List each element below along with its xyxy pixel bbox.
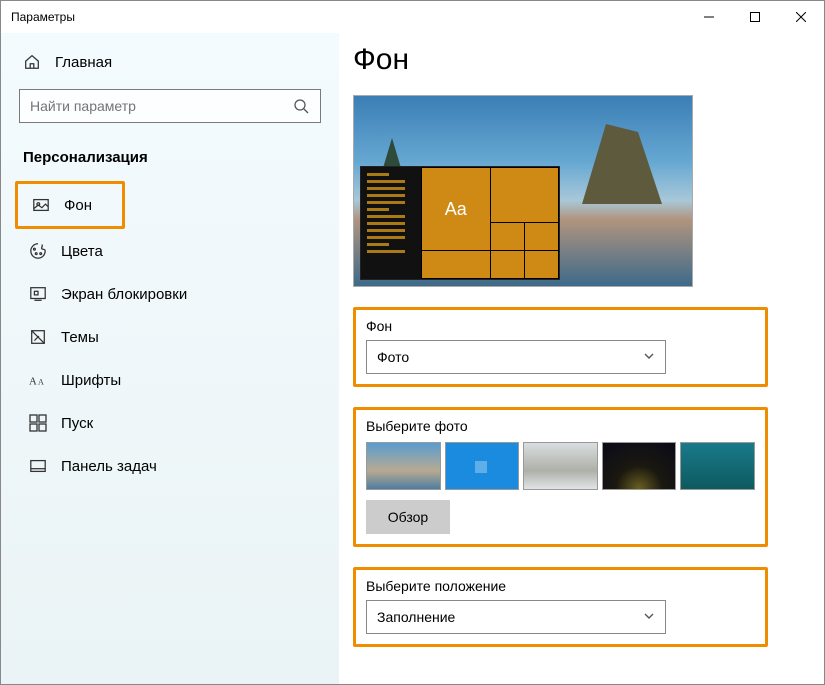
sidebar-item-colors[interactable]: Цвета (15, 230, 325, 272)
position-dropdown[interactable]: Заполнение (366, 600, 666, 634)
background-type-label: Фон (366, 318, 755, 334)
background-type-dropdown[interactable]: Фото (366, 340, 666, 374)
dropdown-value: Фото (377, 349, 409, 365)
photo-thumb-3[interactable] (523, 442, 598, 490)
sidebar-item-label: Панель задач (61, 458, 157, 475)
preview-aa-tile: Aa (422, 168, 490, 250)
window-title: Параметры (11, 10, 686, 24)
start-icon (29, 414, 47, 432)
minimize-button[interactable] (686, 1, 732, 33)
photo-thumb-1[interactable] (366, 442, 441, 490)
maximize-button[interactable] (732, 1, 778, 33)
window-controls (686, 1, 824, 33)
lockscreen-icon (29, 285, 47, 303)
background-type-section: Фон Фото (353, 307, 768, 387)
close-button[interactable] (778, 1, 824, 33)
sidebar-item-label: Темы (61, 329, 99, 346)
photo-thumb-5[interactable] (680, 442, 755, 490)
choose-photo-label: Выберите фото (366, 418, 755, 434)
choose-photo-section: Выберите фото Обзор (353, 407, 768, 547)
home-icon (23, 53, 41, 71)
themes-icon (29, 328, 47, 346)
titlebar: Параметры (1, 1, 824, 33)
svg-text:A: A (29, 376, 37, 388)
browse-label: Обзор (388, 509, 428, 525)
preview-start-overlay: Aa (360, 166, 560, 280)
home-link[interactable]: Главная (9, 45, 331, 85)
sidebar-item-lockscreen[interactable]: Экран блокировки (15, 273, 325, 315)
body: Главная Персонализация Фон Цвета Э (1, 33, 824, 684)
sidebar-item-label: Шрифты (61, 372, 121, 389)
desktop-preview: Aa (353, 95, 693, 287)
search-input[interactable] (30, 98, 292, 114)
sidebar-item-start[interactable]: Пуск (15, 402, 325, 444)
sidebar-item-label: Экран блокировки (61, 286, 187, 303)
sidebar: Главная Персонализация Фон Цвета Э (1, 33, 339, 684)
sidebar-item-taskbar[interactable]: Панель задач (15, 445, 325, 487)
browse-button[interactable]: Обзор (366, 500, 450, 534)
photo-thumbnails (366, 442, 755, 490)
chevron-down-icon (643, 610, 655, 625)
position-section: Выберите положение Заполнение (353, 567, 768, 647)
position-label: Выберите положение (366, 578, 755, 594)
search-icon (292, 97, 310, 115)
photo-thumb-4[interactable] (602, 442, 677, 490)
palette-icon (29, 242, 47, 260)
fonts-icon: AA (29, 371, 47, 389)
svg-text:A: A (38, 378, 44, 387)
sidebar-item-background[interactable]: Фон (15, 181, 125, 229)
sidebar-item-label: Фон (64, 197, 92, 214)
page-heading: Фон (353, 43, 824, 77)
content: Фон Aa (339, 33, 824, 684)
dropdown-value: Заполнение (377, 609, 455, 625)
sidebar-item-fonts[interactable]: AA Шрифты (15, 359, 325, 401)
sidebar-item-label: Цвета (61, 243, 103, 260)
photo-thumb-2[interactable] (445, 442, 520, 490)
picture-icon (32, 196, 50, 214)
chevron-down-icon (643, 350, 655, 365)
search-box[interactable] (19, 89, 321, 123)
category-label: Персонализация (9, 133, 331, 180)
taskbar-icon (29, 457, 47, 475)
home-label: Главная (55, 54, 112, 71)
sidebar-item-label: Пуск (61, 415, 93, 432)
sidebar-item-themes[interactable]: Темы (15, 316, 325, 358)
